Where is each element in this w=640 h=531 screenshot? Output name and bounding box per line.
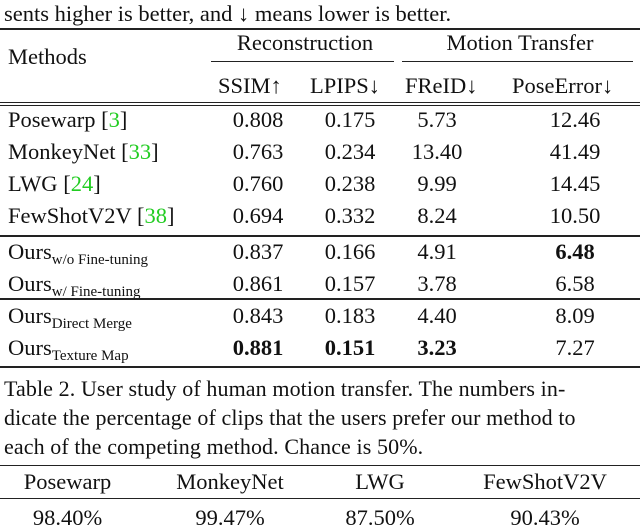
citation-bracket: [: [95, 107, 109, 132]
table2-value-fewshotv2v: 90.43%: [510, 505, 580, 530]
table2-top-rule: [0, 465, 640, 466]
citation-link[interactable]: 33: [129, 139, 152, 164]
method-label: MonkeyNet: [8, 139, 116, 164]
method-label: LWG: [8, 171, 58, 196]
table2-caption-line-1: Table 2. User study of human motion tran…: [4, 376, 566, 401]
header-col-lpips: LPIPS↓: [310, 73, 381, 98]
method-name: Oursw/ Fine-tuning: [8, 271, 141, 300]
citation-bracket: [: [57, 171, 71, 196]
citation-link[interactable]: 38: [144, 203, 167, 228]
table-cell: 14.45: [549, 171, 601, 196]
citation-bracket: [: [131, 203, 145, 228]
section-rule-1: [0, 235, 640, 237]
table-cell: 4.40: [417, 303, 457, 328]
group-rule-motion-transfer: [402, 61, 633, 62]
table-cell: 10.50: [549, 203, 601, 228]
table-cell: 3.78: [417, 271, 457, 296]
header-col-ssim: SSIM↑: [218, 73, 282, 98]
method-label: FewShotV2V: [8, 203, 132, 228]
table2-header-posewarp: Posewarp: [23, 469, 112, 494]
method-label: Ours: [8, 239, 52, 264]
method-name: OursDirect Merge: [8, 303, 132, 332]
method-variant-subscript: w/o Fine-tuning: [51, 252, 148, 268]
header-col-poseerror: PoseError↓: [512, 73, 614, 98]
table-bottom-rule: [0, 366, 640, 368]
table2-value-posewarp: 98.40%: [32, 505, 103, 530]
citation-bracket: [: [115, 139, 129, 164]
method-name: Posewarp [3]: [8, 107, 127, 133]
table-cell: 7.27: [555, 335, 595, 360]
method-label: Ours: [8, 335, 52, 360]
citation-link[interactable]: 24: [71, 171, 94, 196]
header-rule-a: [0, 102, 640, 103]
header-methods: Methods: [8, 44, 87, 69]
table2-header-fewshotv2v: FewShotV2V: [483, 469, 607, 494]
citation-link[interactable]: 3: [109, 107, 120, 132]
table-cell: 5.73: [417, 107, 457, 132]
table2-caption-line-3: each of the competing method. Chance is …: [4, 434, 424, 459]
method-name: Oursw/o Fine-tuning: [8, 239, 148, 268]
citation-bracket: ]: [119, 107, 128, 132]
table2-header-monkeynet: MonkeyNet: [176, 469, 284, 494]
method-label: Ours: [8, 303, 52, 328]
method-name: OursTexture Map: [8, 335, 129, 364]
section-rule-2: [0, 298, 640, 300]
header-group-motion-transfer: Motion Transfer: [446, 30, 594, 55]
method-name: FewShotV2V [38]: [8, 203, 174, 229]
method-name: MonkeyNet [33]: [8, 139, 159, 165]
table2-caption-line-2: dicate the percentage of clips that the …: [4, 405, 576, 430]
method-label: Posewarp: [8, 107, 96, 132]
table2-header-lwg: LWG: [355, 469, 405, 494]
method-name: LWG [24]: [8, 171, 101, 197]
citation-bracket: ]: [151, 139, 159, 164]
table-cell: 8.09: [555, 303, 595, 328]
method-variant-subscript: Direct Merge: [51, 316, 132, 332]
header-col-freid: FReID↓: [405, 73, 478, 98]
table2-header-rule: [0, 498, 640, 499]
table-cell: 6.48: [555, 239, 595, 264]
table-cell: 41.49: [549, 139, 601, 164]
table2-value-monkeynet: 99.47%: [195, 505, 265, 530]
citation-bracket: ]: [166, 203, 175, 228]
method-variant-subscript: Texture Map: [51, 348, 129, 364]
preceding-caption-text: sents higher is better, and ↓ means lowe…: [4, 1, 452, 26]
table-cell: 3.23: [417, 335, 457, 360]
table2-value-lwg: 87.50%: [345, 505, 415, 530]
group-rule-reconstruction: [211, 61, 394, 62]
table-cell: 12.46: [549, 107, 601, 132]
table-cell: 6.58: [555, 271, 595, 296]
table-cell: 8.24: [417, 203, 457, 228]
table-cell: 4.91: [417, 239, 457, 264]
method-label: Ours: [8, 271, 52, 296]
header-rule-b: [0, 105, 640, 106]
table-cell: 9.99: [417, 171, 457, 196]
citation-bracket: ]: [93, 171, 101, 196]
header-group-reconstruction: Reconstruction: [236, 30, 374, 55]
table-cell: 13.40: [411, 139, 463, 164]
